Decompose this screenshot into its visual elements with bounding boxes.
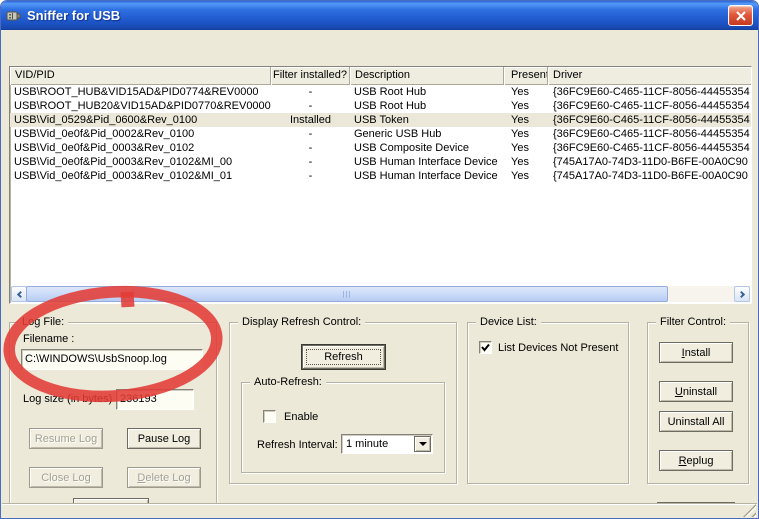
- cell-present: Yes: [504, 169, 548, 183]
- cell-driver: {36FC9E60-C465-11CF-8056-44455354: [548, 99, 751, 113]
- chevron-right-icon: [738, 291, 745, 298]
- cell-driver: {36FC9E60-C465-11CF-8056-44455354: [548, 113, 751, 127]
- table-row[interactable]: USB\Vid_0e0f&Pid_0003&Rev_0102 - USB Com…: [10, 141, 751, 155]
- close-log-button: Close Log: [29, 467, 103, 488]
- table-row[interactable]: USB\ROOT_HUB20&VID15AD&PID0770&REV0000 -…: [10, 99, 751, 113]
- scrollbar-track[interactable]: [668, 286, 734, 302]
- window-title: Sniffer for USB: [27, 8, 120, 23]
- cell-filter: Installed: [271, 113, 350, 127]
- refresh-button[interactable]: Refresh: [302, 345, 385, 369]
- resize-grip[interactable]: [743, 504, 756, 517]
- cell-description: Generic USB Hub: [350, 127, 504, 141]
- title-bar[interactable]: Sniffer for USB: [1, 1, 758, 30]
- column-header-driver[interactable]: Driver: [548, 67, 751, 85]
- sniffer-for-usb-window: Sniffer for USB VID/PID Filter installed…: [0, 0, 759, 519]
- cell-filter: -: [271, 155, 350, 169]
- table-row[interactable]: USB\Vid_0e0f&Pid_0003&Rev_0102&MI_00 - U…: [10, 155, 751, 169]
- column-header-vidpid[interactable]: VID/PID: [10, 67, 271, 85]
- column-header-description[interactable]: Description: [350, 67, 504, 85]
- usb-plug-icon: [6, 8, 22, 24]
- cell-present: Yes: [504, 99, 548, 113]
- table-row-selected[interactable]: USB\Vid_0529&Pid_0600&Rev_0100 Installed…: [10, 113, 751, 127]
- cell-present: Yes: [504, 155, 548, 169]
- table-row[interactable]: USB\Vid_0e0f&Pid_0003&Rev_0102&MI_01 - U…: [10, 169, 751, 183]
- cell-description: USB Token: [350, 113, 504, 127]
- cell-driver: {36FC9E60-C465-11CF-8056-44455354: [548, 141, 751, 155]
- column-header-filter-installed[interactable]: Filter installed?: [271, 67, 350, 85]
- cell-driver: {36FC9E60-C465-11CF-8056-44455354: [548, 127, 751, 141]
- uninstall-button[interactable]: Uninstall: [659, 381, 733, 402]
- enable-checkbox-label: Enable: [284, 411, 318, 423]
- enable-checkbox[interactable]: [263, 410, 276, 423]
- cell-vidpid: USB\Vid_0529&Pid_0600&Rev_0100: [10, 113, 271, 127]
- device-list-view: VID/PID Filter installed? Description Pr…: [9, 66, 752, 304]
- cell-present: Yes: [504, 85, 548, 99]
- cell-vidpid: USB\ROOT_HUB20&VID15AD&PID0770&REV0000: [10, 99, 271, 113]
- scroll-left-button[interactable]: [11, 286, 27, 302]
- uninstall-all-button[interactable]: Uninstall All: [659, 411, 733, 432]
- scrollbar-grip-icon: [343, 291, 352, 298]
- cell-description: USB Human Interface Device: [350, 169, 504, 183]
- cell-description: USB Composite Device: [350, 141, 504, 155]
- install-button[interactable]: Install: [659, 342, 733, 363]
- scroll-right-button[interactable]: [734, 286, 750, 302]
- status-bar: [2, 503, 757, 518]
- cell-present: Yes: [504, 141, 548, 155]
- combo-dropdown-button[interactable]: [414, 436, 431, 452]
- cell-vidpid: USB\Vid_0e0f&Pid_0003&Rev_0102: [10, 141, 271, 155]
- cell-vidpid: USB\Vid_0e0f&Pid_0003&Rev_0102&MI_00: [10, 155, 271, 169]
- checkmark-icon: [480, 342, 491, 353]
- scrollbar-thumb[interactable]: [26, 286, 668, 302]
- filter-control-group-label: Filter Control:: [656, 316, 730, 328]
- table-row[interactable]: USB\Vid_0e0f&Pid_0002&Rev_0100 - Generic…: [10, 127, 751, 141]
- delete-log-button: Delete Log: [127, 467, 201, 488]
- cell-vidpid: USB\ROOT_HUB&VID15AD&PID0774&REV0000: [10, 85, 271, 99]
- display-refresh-group-label: Display Refresh Control:: [238, 316, 365, 328]
- list-devices-not-present-checkbox[interactable]: [479, 341, 492, 354]
- log-file-group-label: Log File:: [18, 316, 68, 328]
- cell-vidpid: USB\Vid_0e0f&Pid_0003&Rev_0102&MI_01: [10, 169, 271, 183]
- table-row[interactable]: USB\ROOT_HUB&VID15AD&PID0774&REV0000 - U…: [10, 85, 751, 99]
- cell-vidpid: USB\Vid_0e0f&Pid_0002&Rev_0100: [10, 127, 271, 141]
- cell-filter: -: [271, 169, 350, 183]
- resume-log-button: Resume Log: [29, 428, 103, 449]
- log-size-label: Log size (in bytes) :: [23, 393, 118, 405]
- list-devices-not-present-label: List Devices Not Present: [498, 342, 618, 354]
- dialog-body: VID/PID Filter installed? Description Pr…: [1, 30, 758, 519]
- pause-log-button[interactable]: Pause Log: [127, 428, 201, 449]
- cell-present: Yes: [504, 127, 548, 141]
- chevron-left-icon: [17, 291, 24, 298]
- log-size-field: 236193: [116, 389, 194, 410]
- cell-driver: {36FC9E60-C465-11CF-8056-44455354: [548, 85, 751, 99]
- close-icon: [736, 11, 746, 21]
- auto-refresh-group-label: Auto-Refresh:: [250, 376, 326, 388]
- chevron-down-icon: [419, 442, 427, 450]
- refresh-interval-select[interactable]: 1 minute: [341, 434, 433, 454]
- refresh-interval-value: 1 minute: [342, 438, 413, 450]
- cell-filter: -: [271, 99, 350, 113]
- cell-filter: -: [271, 141, 350, 155]
- cell-driver: {745A17A0-74D3-11D0-B6FE-00A0C90: [548, 169, 751, 183]
- close-window-button[interactable]: [728, 5, 753, 26]
- cell-description: USB Root Hub: [350, 99, 504, 113]
- cell-driver: {745A17A0-74D3-11D0-B6FE-00A0C90: [548, 155, 751, 169]
- table-header-row: VID/PID Filter installed? Description Pr…: [10, 67, 751, 85]
- cell-description: USB Human Interface Device: [350, 155, 504, 169]
- refresh-interval-label: Refresh Interval:: [257, 439, 338, 451]
- filename-field[interactable]: C:\WINDOWS\UsbSnoop.log: [21, 349, 203, 370]
- cell-filter: -: [271, 85, 350, 99]
- cell-filter: -: [271, 127, 350, 141]
- cell-description: USB Root Hub: [350, 85, 504, 99]
- replug-button[interactable]: Replug: [659, 450, 733, 471]
- filename-label: Filename :: [23, 333, 74, 345]
- horizontal-scrollbar[interactable]: [11, 286, 750, 302]
- auto-refresh-group: Auto-Refresh:: [241, 382, 445, 473]
- cell-present: Yes: [504, 113, 548, 127]
- device-list-group-label: Device List:: [476, 316, 541, 328]
- column-header-present[interactable]: Present: [504, 67, 548, 85]
